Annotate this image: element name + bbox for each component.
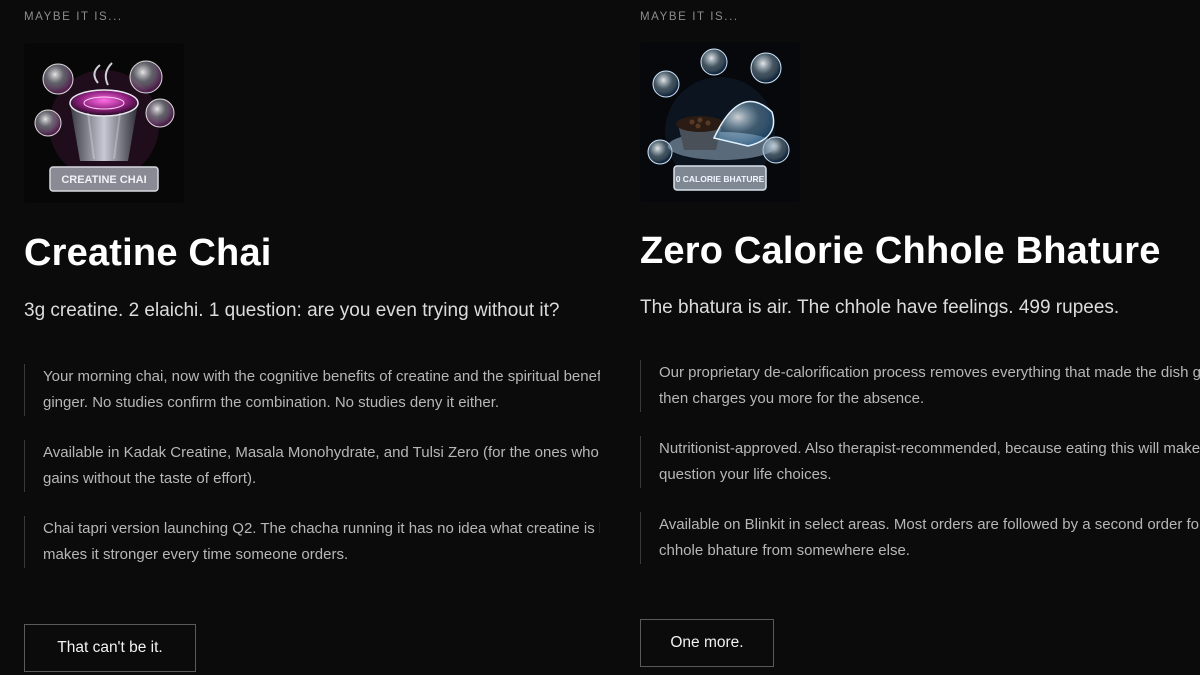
product-tagline: The bhatura is air. The chhole have feel… [640, 297, 1120, 318]
feature-item: Available in Kadak Creatine, Masala Mono… [24, 440, 600, 492]
next-idea-button[interactable]: That can't be it. [24, 624, 196, 672]
feature-item: Your morning chai, now with the cognitiv… [24, 364, 600, 416]
product-card-zero-calorie-chhole-bhature: MAYBE IT IS... 0 CALORIE BHATURE Zero Ca… [616, 0, 1200, 675]
product-tagline: 3g creatine. 2 elaichi. 1 question: are … [24, 300, 560, 321]
product-title: Creatine Chai [24, 232, 272, 274]
creatine-chai-illustration: CREATINE CHAI [24, 43, 184, 203]
eyebrow-label: MAYBE IT IS... [640, 11, 739, 23]
feature-list: Your morning chai, now with the cognitiv… [24, 364, 600, 592]
eyebrow-label: MAYBE IT IS... [24, 11, 123, 23]
feature-item: Available on Blinkit in select areas. Mo… [640, 512, 1200, 564]
product-image: 0 CALORIE BHATURE [640, 42, 800, 202]
product-card-creatine-chai: MAYBE IT IS... CREATINE CHAI Creatine Ch… [0, 0, 600, 675]
image-caption: CREATINE CHAI [61, 174, 146, 186]
chhole-bhature-illustration: 0 CALORIE BHATURE [640, 42, 800, 202]
product-title: Zero Calorie Chhole Bhature [640, 230, 1161, 272]
feature-item: Nutritionist-approved. Also therapist-re… [640, 436, 1200, 488]
feature-item: Chai tapri version launching Q2. The cha… [24, 516, 600, 568]
feature-item: Our proprietary de-calorification proces… [640, 360, 1200, 412]
image-caption: 0 CALORIE BHATURE [676, 174, 765, 184]
product-image: CREATINE CHAI [24, 43, 184, 203]
feature-list: Our proprietary de-calorification proces… [640, 360, 1200, 588]
next-idea-button[interactable]: One more. [640, 619, 774, 667]
